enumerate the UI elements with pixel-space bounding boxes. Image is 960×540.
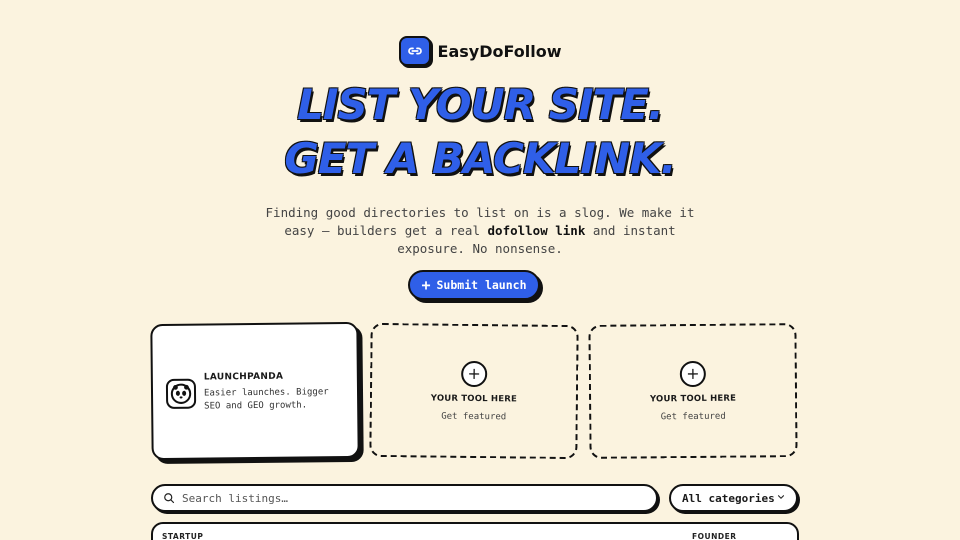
submit-launch-label: Submit launch [436, 278, 527, 292]
featured-description: Easier launches. Bigger SEO and GEO grow… [203, 387, 329, 412]
placeholder-title: YOUR TOOL HERE [649, 393, 737, 404]
placeholder-subtitle: Get featured [441, 411, 507, 422]
chevron-down-icon [776, 492, 786, 505]
featured-card-launchpanda[interactable]: LAUNCHPANDA Easier launches. Bigger SEO … [150, 321, 360, 461]
column-header-startup[interactable]: STARTUP [162, 532, 203, 540]
plus-circle-icon: + [461, 360, 488, 387]
placeholder-subtitle: Get featured [660, 411, 726, 422]
hero-headline-line1: LIST YOUR SITE. [297, 80, 664, 129]
brand[interactable]: EasyDoFollow [0, 36, 960, 66]
brand-name: EasyDoFollow [437, 41, 562, 61]
hero-headline-line2: GET A BACKLINK. [284, 134, 676, 183]
plus-circle-icon: + [679, 360, 706, 387]
placeholder-card[interactable]: + YOUR TOOL HERE Get featured [369, 322, 579, 460]
search-icon [163, 489, 175, 508]
plus-icon: + [421, 275, 431, 294]
panda-icon [165, 378, 197, 409]
search-bar[interactable] [151, 484, 658, 512]
placeholder-card[interactable]: + YOUR TOOL HERE Get featured [588, 323, 798, 459]
placeholder-title: YOUR TOOL HERE [430, 393, 518, 404]
column-header-founder[interactable]: FOUNDER [692, 532, 737, 540]
hero-subtitle: Finding good directories to list on is a… [265, 205, 695, 256]
submit-launch-button[interactable]: + Submit launch [408, 270, 540, 300]
link-icon [398, 36, 431, 66]
featured-title: LAUNCHPANDA [203, 371, 284, 383]
category-select-value: All categories [682, 491, 775, 505]
category-select[interactable]: All categories [669, 484, 798, 512]
search-input[interactable] [182, 491, 622, 505]
dofollow-highlight: dofollow link [487, 223, 586, 238]
listings-table: STARTUP FOUNDER [151, 522, 799, 540]
